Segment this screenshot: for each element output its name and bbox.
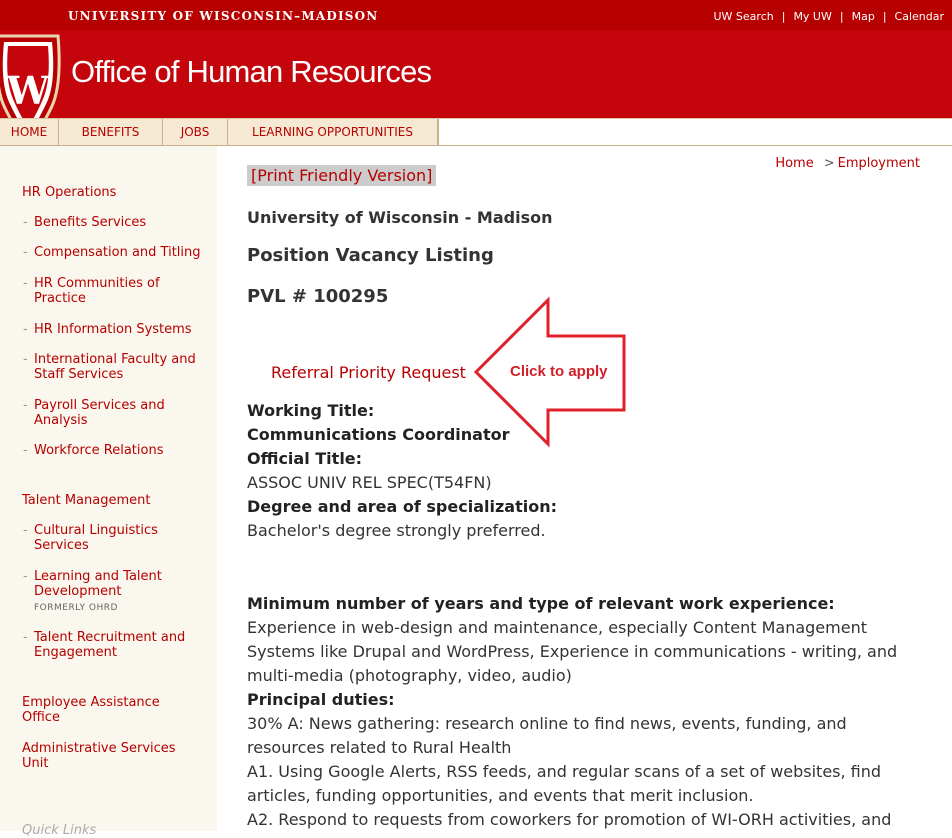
sidebar-hr-operations[interactable]: HR Operations	[22, 185, 207, 200]
sidebar-item-hr-communities[interactable]: HR Communities of Practice	[23, 276, 184, 306]
job-details: Working Title: Communications Coordinato…	[247, 399, 927, 543]
sidebar-employee-assistance[interactable]: Employee Assistance Office	[22, 695, 172, 725]
working-title-value: Communications Coordinator	[247, 425, 510, 444]
degree-label: Degree and area of specialization:	[247, 497, 557, 516]
sidebar-item-workforce-relations[interactable]: Workforce Relations	[23, 443, 212, 458]
uw-search-link[interactable]: UW Search	[714, 10, 774, 23]
university-name: UNIVERSITY OF WISCONSIN–MADISON	[68, 9, 379, 23]
job-description: Minimum number of years and type of rele…	[247, 592, 927, 832]
experience-label: Minimum number of years and type of rele…	[247, 594, 835, 613]
sidebar-item-compensation[interactable]: Compensation and Titling	[23, 245, 212, 260]
site-banner: W Office of Human Resources	[0, 30, 952, 144]
sidebar-item-payroll[interactable]: Payroll Services and Analysis	[23, 398, 184, 428]
degree-value: Bachelor's degree strongly preferred.	[247, 521, 546, 540]
nav-tab-benefits[interactable]: BENEFITS	[59, 119, 163, 145]
map-link[interactable]: Map	[852, 10, 875, 23]
sidebar-administrative-services[interactable]: Administrative Services Unit	[22, 741, 187, 771]
office-title[interactable]: Office of Human Resources	[71, 54, 432, 90]
sidebar-item-talent-recruitment[interactable]: Talent Recruitment and Engagement	[23, 630, 199, 660]
formerly-ohrd-note: FORMERLY OHRD	[34, 603, 118, 613]
breadcrumb: Home > Employment	[775, 156, 920, 171]
print-friendly-button[interactable]: [Print Friendly Version]	[247, 165, 437, 186]
top-links: UW Search | My UW | Map | Calendar	[713, 10, 945, 23]
duties-label: Principal duties:	[247, 690, 395, 709]
sidebar-item-label: Learning and Talent Development	[34, 569, 162, 599]
sidebar-item-learning-talent[interactable]: Learning and Talent Development FORMERLY…	[23, 569, 184, 616]
breadcrumb-employment[interactable]: Employment	[838, 156, 920, 171]
nav-tab-home[interactable]: HOME	[0, 119, 59, 145]
referral-priority-link[interactable]: Referral Priority Request	[271, 363, 466, 382]
experience-value: Experience in web-design and maintenance…	[247, 618, 898, 685]
working-title-label: Working Title:	[247, 401, 375, 420]
official-title-value: ASSOC UNIV REL SPEC(T54FN)	[247, 473, 492, 492]
university-heading: University of Wisconsin - Madison	[247, 208, 553, 227]
listing-heading: Position Vacancy Listing	[247, 245, 494, 266]
calendar-link[interactable]: Calendar	[895, 10, 944, 23]
nav-tab-learning[interactable]: LEARNING OPPORTUNITIES	[228, 119, 438, 145]
sidebar-item-benefits-services[interactable]: Benefits Services	[23, 215, 212, 230]
sidebar-item-hr-information-systems[interactable]: HR Information Systems	[23, 322, 212, 337]
duty-a2: A2. Respond to requests from coworkers f…	[247, 810, 892, 829]
sidebar-item-international-faculty[interactable]: International Faculty and Staff Services	[23, 352, 206, 382]
nav-tab-jobs[interactable]: JOBS	[163, 119, 228, 145]
pvl-number: PVL # 100295	[247, 286, 389, 307]
duty-a: 30% A: News gathering: research online t…	[247, 714, 847, 757]
my-uw-link[interactable]: My UW	[793, 10, 831, 23]
duty-a1: A1. Using Google Alerts, RSS feeds, and …	[247, 762, 882, 805]
click-to-apply-label: Click to apply	[510, 363, 608, 380]
svg-text:W: W	[6, 68, 51, 113]
official-title-label: Official Title:	[247, 449, 363, 468]
main-nav: HOME BENEFITS JOBS LEARNING OPPORTUNITIE…	[0, 118, 952, 146]
breadcrumb-separator: >	[823, 156, 835, 171]
sidebar-talent-management[interactable]: Talent Management	[22, 493, 207, 508]
breadcrumb-home[interactable]: Home	[775, 156, 813, 171]
nav-spacer	[438, 119, 952, 145]
top-bar: UNIVERSITY OF WISCONSIN–MADISON UW Searc…	[0, 0, 952, 30]
sidebar-item-cultural-linguistics[interactable]: Cultural Linguistics Services	[23, 523, 174, 553]
